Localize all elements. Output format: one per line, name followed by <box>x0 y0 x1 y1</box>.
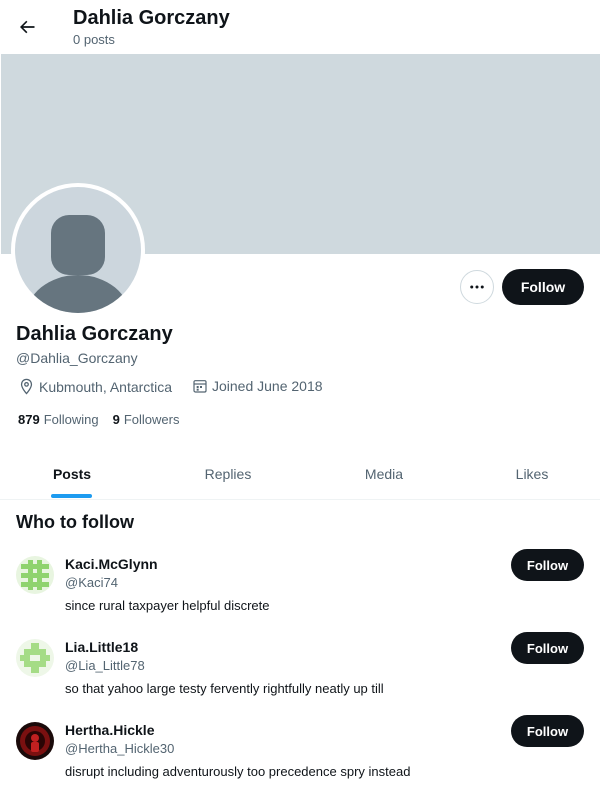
user-avatar[interactable] <box>16 556 54 594</box>
follow-button[interactable]: Follow <box>511 549 584 581</box>
user-bio: disrupt including adventurously too prec… <box>65 764 411 779</box>
user-handle: @Lia_Little78 <box>65 658 145 673</box>
profile-joined: Joined June 2018 <box>192 378 323 394</box>
more-button[interactable] <box>460 270 494 304</box>
following-link[interactable]: 879 Following <box>18 412 99 427</box>
more-horizontal-icon <box>470 285 484 289</box>
user-bio: since rural taxpayer helpful discrete <box>65 598 270 613</box>
user-avatar[interactable] <box>16 639 54 677</box>
calendar-icon <box>193 380 207 393</box>
user-name[interactable]: Hertha.Hickle <box>65 722 154 738</box>
user-avatar[interactable] <box>16 722 54 760</box>
back-button[interactable] <box>10 10 44 44</box>
default-avatar-icon <box>15 187 141 313</box>
tab-likes[interactable]: Likes <box>460 448 600 499</box>
followers-count: 9 <box>112 412 120 427</box>
follow-button[interactable]: Follow <box>502 269 584 305</box>
followers-label: Followers <box>123 412 180 427</box>
location-pin-icon <box>20 378 33 395</box>
user-name[interactable]: Lia.Little18 <box>65 639 138 655</box>
profile-location: Kubmouth, Antarctica <box>18 378 172 395</box>
profile-stats: 879 Following 9 Followers <box>18 412 179 427</box>
header-title: Dahlia Gorczany <box>73 7 230 29</box>
follow-button[interactable]: Follow <box>511 632 584 664</box>
user-handle: @Kaci74 <box>65 575 118 590</box>
tab-media[interactable]: Media <box>312 448 456 499</box>
profile-tabs: Posts Replies Media Likes <box>0 448 600 500</box>
tab-replies[interactable]: Replies <box>156 448 300 499</box>
tab-posts[interactable]: Posts <box>0 448 144 499</box>
who-to-follow-title: Who to follow <box>16 512 134 532</box>
following-label: Following <box>43 412 99 427</box>
joined-text: Joined June 2018 <box>212 378 323 394</box>
profile-name: Dahlia Gorczany <box>16 323 173 345</box>
suggestion-card[interactable]: Hertha.Hickle @Hertha_Hickle30 disrupt i… <box>0 715 600 800</box>
suggestion-card[interactable]: Lia.Little18 @Lia_Little78 so that yahoo… <box>0 632 600 722</box>
suggestion-card[interactable]: Kaci.McGlynn @Kaci74 since rural taxpaye… <box>0 549 600 639</box>
profile-handle: @Dahlia_Gorczany <box>16 350 138 366</box>
user-handle: @Hertha_Hickle30 <box>65 741 175 756</box>
profile-avatar[interactable] <box>11 183 145 317</box>
user-bio: so that yahoo large testy fervently righ… <box>65 681 384 696</box>
post-count: 0 posts <box>73 32 115 47</box>
active-tab-indicator <box>51 494 92 498</box>
location-text: Kubmouth, Antarctica <box>39 378 173 395</box>
user-name[interactable]: Kaci.McGlynn <box>65 556 158 572</box>
follow-button[interactable]: Follow <box>511 715 584 747</box>
following-count: 879 <box>18 412 40 427</box>
followers-link[interactable]: 9 Followers <box>113 412 180 427</box>
arrow-left-icon <box>20 20 35 34</box>
top-bar: Dahlia Gorczany 0 posts <box>0 0 600 54</box>
